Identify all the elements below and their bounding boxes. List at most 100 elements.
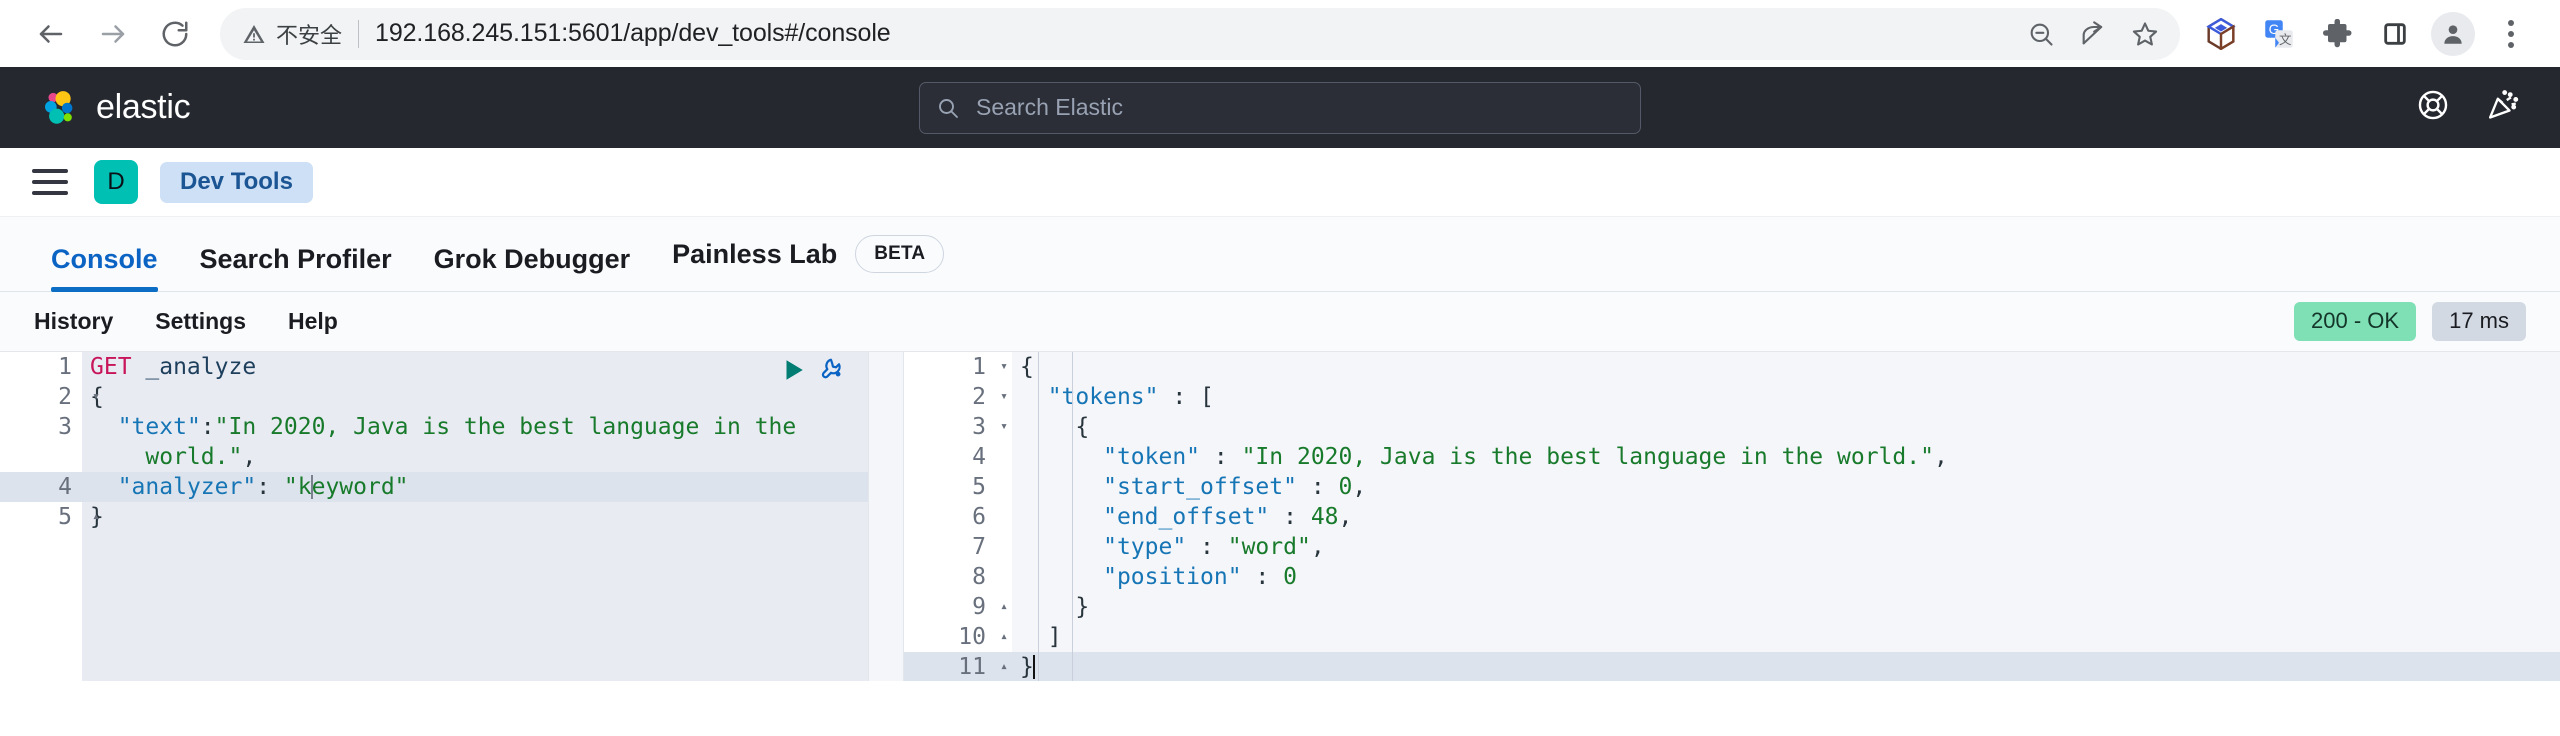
code-line[interactable]: world.", xyxy=(82,442,868,472)
code-token: "type" xyxy=(1103,534,1186,560)
code-line[interactable]: { xyxy=(1012,352,2560,382)
elastic-global-header: elastic Search Elastic xyxy=(0,67,2560,148)
confetti-announcement-icon[interactable] xyxy=(2486,88,2522,127)
tab-search-profiler[interactable]: Search Profiler xyxy=(179,246,413,291)
request-status: 200 - OK 17 ms xyxy=(2294,302,2526,341)
fold-toggle-icon[interactable]: ▾ xyxy=(1000,412,1008,442)
bookmark-star-icon[interactable] xyxy=(2120,9,2170,59)
reload-button[interactable] xyxy=(146,5,204,63)
fold-toggle-icon[interactable]: ▾ xyxy=(1000,352,1008,382)
wrench-settings-icon[interactable] xyxy=(820,356,848,388)
play-run-icon[interactable] xyxy=(780,357,806,387)
dev-tools-tabs: Console Search Profiler Grok Debugger Pa… xyxy=(0,217,2560,292)
code-token xyxy=(90,414,118,440)
cube-extension-icon[interactable] xyxy=(2194,7,2248,61)
address-bar[interactable]: 不安全 192.168.245.151:5601/app/dev_tools#/… xyxy=(220,8,2180,60)
code-token: "text" xyxy=(118,414,201,440)
code-token: 0 xyxy=(1339,474,1353,500)
response-gutter: 1▾2▾3▾456789▴10▴11▴12 xyxy=(904,352,1012,681)
security-label: 不安全 xyxy=(276,18,342,50)
url-text: 192.168.245.151:5601/app/dev_tools#/cons… xyxy=(375,19,891,48)
share-icon[interactable] xyxy=(2068,9,2118,59)
elastic-brand[interactable]: elastic xyxy=(38,87,190,129)
search-input[interactable]: Search Elastic xyxy=(976,94,1123,121)
line-number: 10▴ xyxy=(904,622,1012,652)
request-editor[interactable]: 12▾345▴ GET _analyze{ "text":"In 2020, J… xyxy=(0,352,868,681)
tab-grok-debugger-label: Grok Debugger xyxy=(434,246,631,273)
forward-button[interactable] xyxy=(84,5,142,63)
code-token: "position" xyxy=(1103,564,1241,590)
code-token: "analyzer" xyxy=(118,474,256,500)
code-token: "In 2020, Java is the best language in t… xyxy=(215,414,797,440)
code-token: _analyze xyxy=(132,354,257,380)
line-number: 6 xyxy=(904,502,1012,532)
code-line[interactable]: "position" : 0 xyxy=(1012,562,2560,592)
search-icon xyxy=(936,96,960,120)
code-token: } xyxy=(1020,594,1089,620)
code-line[interactable]: GET _analyze xyxy=(82,352,868,382)
code-line[interactable]: "tokens" : [ xyxy=(1012,382,2560,412)
fold-toggle-icon[interactable]: ▴ xyxy=(92,502,100,532)
site-security-indicator[interactable]: 不安全 xyxy=(242,18,342,50)
code-line[interactable]: } xyxy=(1012,592,2560,622)
profile-avatar-icon[interactable] xyxy=(2426,7,2480,61)
code-token: , xyxy=(1934,444,1948,470)
code-line[interactable]: "analyzer": "keyword" xyxy=(0,472,868,502)
line-number: 3▾ xyxy=(904,412,1012,442)
console-toolbar: History Settings Help 200 - OK 17 ms xyxy=(0,292,2560,351)
code-line[interactable]: "start_offset" : 0, xyxy=(1012,472,2560,502)
code-token: : xyxy=(1269,504,1311,530)
line-number: 2▾ xyxy=(904,382,1012,412)
kebab-menu-icon[interactable] xyxy=(2484,7,2538,61)
breadcrumb-nav: D Dev Tools xyxy=(0,148,2560,217)
code-token: { xyxy=(1020,354,1034,380)
hamburger-menu-icon[interactable] xyxy=(28,160,72,204)
help-button[interactable]: Help xyxy=(288,308,338,335)
line-number: 9▴ xyxy=(904,592,1012,622)
fold-toggle-icon[interactable]: ▴ xyxy=(1000,592,1008,622)
side-panel-icon[interactable] xyxy=(2368,7,2422,61)
code-line[interactable]: } xyxy=(82,502,868,532)
puzzle-extensions-icon[interactable] xyxy=(2310,7,2364,61)
request-code[interactable]: GET _analyze{ "text":"In 2020, Java is t… xyxy=(82,352,868,681)
life-ring-help-icon[interactable] xyxy=(2416,88,2450,127)
fold-toggle-icon[interactable]: ▴ xyxy=(1000,622,1008,652)
fold-toggle-icon[interactable]: ▾ xyxy=(92,382,100,412)
settings-button[interactable]: Settings xyxy=(155,308,246,335)
code-line[interactable]: { xyxy=(1012,412,2560,442)
pane-splitter[interactable] xyxy=(868,352,904,681)
code-token: , xyxy=(1339,504,1353,530)
code-line[interactable]: { xyxy=(82,382,868,412)
code-line[interactable]: "end_offset" : 48, xyxy=(1012,502,2560,532)
code-token: eyword" xyxy=(312,474,409,500)
code-line[interactable]: "text":"In 2020, Java is the best langua… xyxy=(82,412,868,442)
duration-badge: 17 ms xyxy=(2432,302,2526,341)
response-code[interactable]: { "tokens" : [ { "token" : "In 2020, Jav… xyxy=(1012,352,2560,681)
code-token: "start_offset" xyxy=(1103,474,1297,500)
line-number xyxy=(0,442,82,472)
tab-grok-debugger[interactable]: Grok Debugger xyxy=(413,246,652,291)
line-number: 7 xyxy=(904,532,1012,562)
back-button[interactable] xyxy=(22,5,80,63)
code-line[interactable]: "type" : "word", xyxy=(1012,532,2560,562)
code-token: 0 xyxy=(1283,564,1297,590)
line-number: 3 xyxy=(0,412,82,442)
global-search[interactable]: Search Elastic xyxy=(919,82,1641,134)
request-gutter: 12▾345▴ xyxy=(0,352,82,681)
zoom-out-icon[interactable] xyxy=(2016,9,2066,59)
fold-toggle-icon[interactable]: ▾ xyxy=(1000,382,1008,412)
google-translate-icon[interactable]: G文 xyxy=(2252,7,2306,61)
line-number: 4 xyxy=(0,472,82,502)
line-number: 1 xyxy=(0,352,82,382)
line-number: 11▴ xyxy=(904,652,1012,681)
breadcrumb-dev-tools[interactable]: Dev Tools xyxy=(160,162,313,203)
code-line[interactable]: ] xyxy=(1012,622,2560,652)
fold-toggle-icon[interactable]: ▴ xyxy=(1000,652,1008,681)
tab-painless-lab[interactable]: Painless Lab BETA xyxy=(651,235,965,291)
code-line[interactable]: } xyxy=(904,652,2560,681)
code-line[interactable]: "token" : "In 2020, Java is the best lan… xyxy=(1012,442,2560,472)
tab-console[interactable]: Console xyxy=(30,246,179,291)
space-avatar[interactable]: D xyxy=(94,160,138,204)
history-button[interactable]: History xyxy=(34,308,113,335)
response-viewer[interactable]: 1▾2▾3▾456789▴10▴11▴12 { "tokens" : [ { "… xyxy=(904,352,2560,681)
